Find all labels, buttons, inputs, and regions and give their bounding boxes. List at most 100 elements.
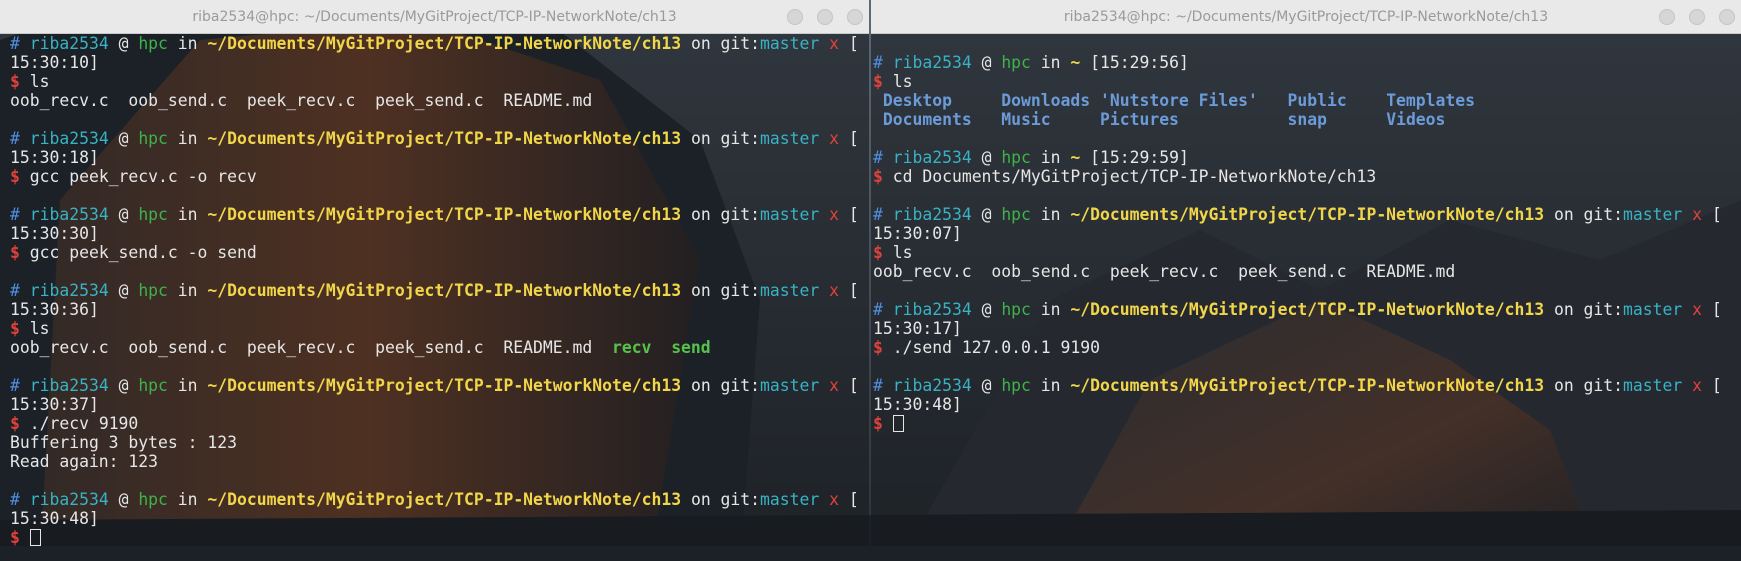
prompt-dollar: $ bbox=[873, 167, 883, 186]
terminal-window-left[interactable]: riba2534@hpc: ~/Documents/MyGitProject/T… bbox=[0, 0, 869, 546]
command-text: ./send 127.0.0.1 9190 bbox=[892, 338, 1100, 357]
window-titlebar[interactable]: riba2534@hpc: ~/Documents/MyGitProject/T… bbox=[871, 0, 1741, 34]
close-button[interactable] bbox=[847, 9, 863, 25]
terminal-output[interactable]: # riba2534 @ hpc in ~/Documents/MyGitPro… bbox=[0, 34, 869, 546]
terminal-text: on git: bbox=[1544, 300, 1624, 319]
command-text: ls bbox=[892, 72, 913, 91]
terminal-text: [ bbox=[839, 281, 859, 300]
git-dirty-marker: x bbox=[1692, 205, 1702, 224]
command-text: cd Documents/MyGitProject/TCP-IP-Network… bbox=[892, 167, 1377, 186]
prompt-line: # riba2534 @ hpc in ~/Documents/MyGitPro… bbox=[10, 281, 869, 300]
close-button[interactable] bbox=[1719, 9, 1735, 25]
terminal-output[interactable]: # riba2534 @ hpc in ~ [15:29:56] $ ls Des… bbox=[871, 34, 1741, 433]
terminal-text: on git: bbox=[681, 376, 761, 395]
prompt-dollar: $ bbox=[10, 414, 20, 433]
terminal-text: in bbox=[167, 281, 208, 300]
terminal-text: @ bbox=[971, 300, 1002, 319]
window-controls bbox=[1659, 9, 1735, 25]
prompt-time-line: 15:30:37] bbox=[10, 395, 869, 414]
command-line: $ ls bbox=[873, 243, 1741, 262]
terminal-text: @ bbox=[108, 490, 139, 509]
command-text: gcc peek_send.c -o send bbox=[29, 243, 257, 262]
maximize-button[interactable] bbox=[817, 9, 833, 25]
terminal-text: on git: bbox=[681, 490, 761, 509]
command-line: $ cd Documents/MyGitProject/TCP-IP-Netwo… bbox=[873, 167, 1741, 186]
prompt-line: # riba2534 @ hpc in ~/Documents/MyGitPro… bbox=[873, 376, 1741, 395]
prompt-time-line: 15:30:10] bbox=[10, 53, 869, 72]
prompt-dollar: $ bbox=[10, 319, 20, 338]
output-text: oob_recv.c oob_send.c peek_recv.c peek_s… bbox=[10, 91, 593, 110]
prompt-host: hpc bbox=[138, 129, 168, 148]
maximize-button[interactable] bbox=[1689, 9, 1705, 25]
executable-file: send bbox=[671, 338, 711, 357]
prompt-time: 15:30:48] bbox=[873, 395, 962, 414]
git-dirty-marker: x bbox=[829, 376, 839, 395]
directory-listing-row: Desktop Downloads 'Nutstore Files' Publi… bbox=[873, 91, 1741, 110]
prompt-host: hpc bbox=[138, 34, 168, 53]
window-title: riba2534@hpc: ~/Documents/MyGitProject/T… bbox=[1063, 8, 1549, 25]
minimize-button[interactable] bbox=[1659, 9, 1675, 25]
directory-entry: Documents bbox=[882, 110, 972, 129]
git-branch: master bbox=[760, 376, 820, 395]
prompt-path: ~/Documents/MyGitProject/TCP-IP-NetworkN… bbox=[207, 376, 682, 395]
prompt-user: riba2534 bbox=[29, 376, 109, 395]
prompt-dollar: $ bbox=[10, 243, 20, 262]
terminal-text: [ bbox=[1702, 205, 1722, 224]
directory-entry: snap bbox=[1287, 110, 1327, 129]
prompt-time-line: 15:30:30] bbox=[10, 224, 869, 243]
output-line: Buffering 3 bytes : 123 bbox=[10, 433, 869, 452]
terminal-text: @ bbox=[108, 34, 139, 53]
output-text: oob_recv.c oob_send.c peek_recv.c peek_s… bbox=[10, 338, 612, 357]
terminal-text: @ bbox=[971, 148, 1002, 167]
prompt-hash: # bbox=[10, 34, 20, 53]
terminal-text: @ bbox=[971, 376, 1002, 395]
prompt-time: [15:29:59] bbox=[1080, 148, 1189, 167]
output-line: oob_recv.c oob_send.c peek_recv.c peek_s… bbox=[10, 91, 869, 110]
git-dirty-marker: x bbox=[829, 129, 839, 148]
minimize-button[interactable] bbox=[787, 9, 803, 25]
terminal-window-right[interactable]: riba2534@hpc: ~/Documents/MyGitProject/T… bbox=[871, 0, 1741, 546]
prompt-host: hpc bbox=[1001, 376, 1031, 395]
prompt-hash: # bbox=[10, 129, 20, 148]
prompt-dollar: $ bbox=[873, 338, 883, 357]
prompt-user: riba2534 bbox=[29, 34, 109, 53]
git-branch: master bbox=[760, 129, 820, 148]
prompt-host: hpc bbox=[1001, 300, 1031, 319]
terminal-text: in bbox=[167, 376, 208, 395]
git-branch: master bbox=[1623, 300, 1683, 319]
prompt-hash: # bbox=[873, 300, 883, 319]
git-dirty-marker: x bbox=[829, 205, 839, 224]
command-line: $ ls bbox=[873, 72, 1741, 91]
prompt-time-line: 15:30:07] bbox=[873, 224, 1741, 243]
prompt-user: riba2534 bbox=[29, 490, 109, 509]
prompt-time: 15:30:07] bbox=[873, 224, 962, 243]
prompt-host: hpc bbox=[138, 281, 168, 300]
git-dirty-marker: x bbox=[829, 281, 839, 300]
terminal-text: @ bbox=[971, 205, 1002, 224]
window-titlebar[interactable]: riba2534@hpc: ~/Documents/MyGitProject/T… bbox=[0, 0, 869, 34]
prompt-user: riba2534 bbox=[29, 205, 109, 224]
